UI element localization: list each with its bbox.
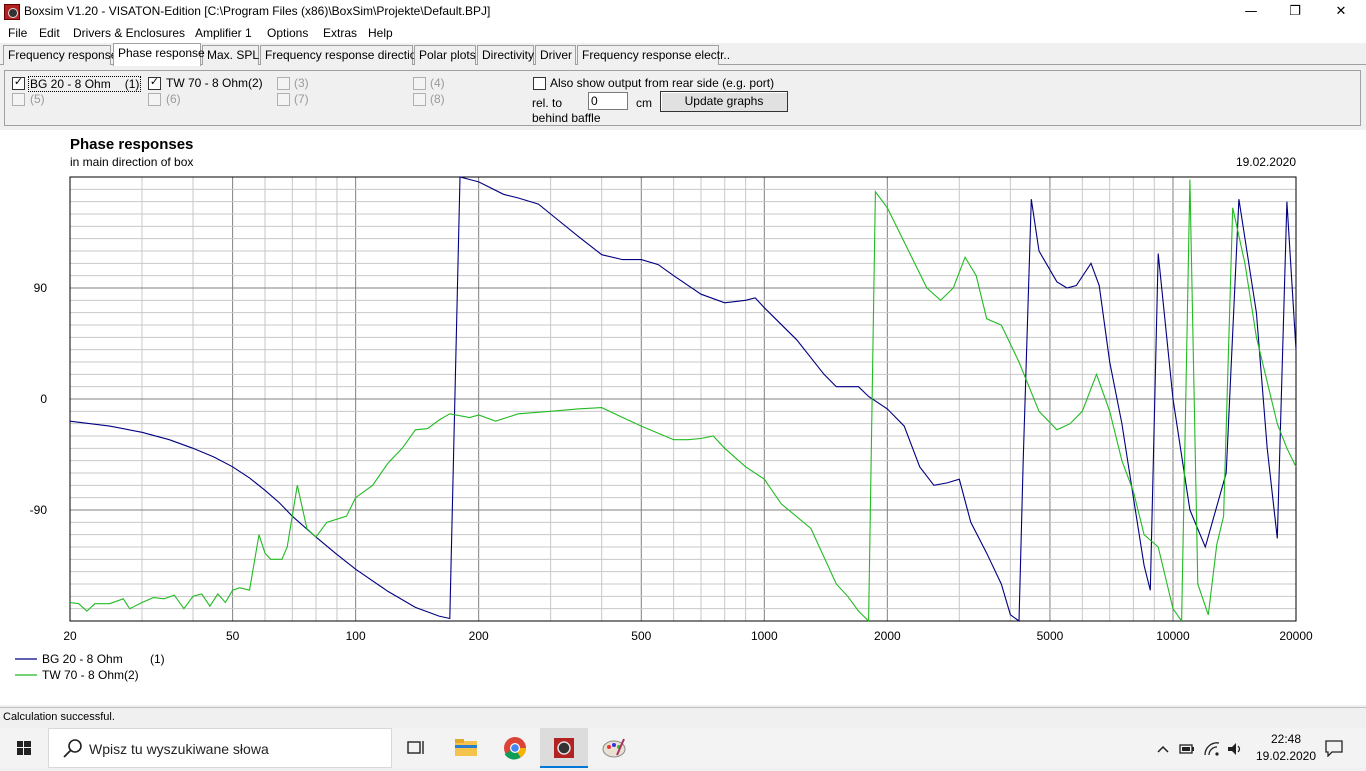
menu-help[interactable]: Help [368, 26, 393, 40]
rear-side-label: Also show output from rear side (e.g. po… [550, 76, 775, 90]
driver-4-checkbox[interactable] [413, 77, 426, 90]
y-tick-label: 90 [34, 281, 48, 295]
driver-7-checkbox[interactable] [277, 93, 290, 106]
chevron-up-icon[interactable] [1155, 741, 1171, 757]
x-tick-label: 20000 [1279, 629, 1313, 643]
minimize-button[interactable]: — [1228, 0, 1274, 23]
rel-to-label: rel. to [532, 96, 563, 110]
title-bar[interactable]: Boxsim V1.20 - VISATON-Edition [C:\Progr… [0, 0, 1366, 23]
unit-label: cm [636, 96, 652, 110]
x-tick-label: 100 [346, 629, 366, 643]
menu-amplifier[interactable]: Amplifier 1 [195, 26, 252, 40]
series-line-2 [69, 179, 1297, 623]
folder-icon [455, 739, 477, 756]
task-view-icon [407, 741, 424, 754]
x-tick-label: 1000 [751, 629, 778, 643]
wifi-icon[interactable] [1203, 741, 1221, 757]
chart-subtitle: in main direction of box [70, 155, 193, 169]
windows-taskbar: Wpisz tu wyszukiwane słowa 22:48 19.02.2… [0, 728, 1366, 768]
check-mark-icon: ✓ [149, 75, 160, 88]
tab-polar-plots[interactable]: Polar plots [414, 45, 476, 65]
menu-bar: File Edit Drivers & Enclosures Amplifier… [0, 23, 1366, 43]
taskbar-paint[interactable] [590, 728, 638, 768]
check-mark-icon: ✓ [13, 75, 24, 88]
legend-label-2: TW 70 - 8 Ohm(2) [42, 668, 139, 682]
axis-tick-labels: 20 50 100 200 500 1000 2000 5000 10000 20000 90 0 -9… [30, 281, 1313, 643]
driver-1-label: BG 20 - 8 Ohm (1) [28, 76, 142, 92]
boxsim-icon [554, 738, 574, 758]
phase-response-graph-area: Phase responses in main direction of box… [0, 130, 1366, 705]
driver-2-label: TW 70 - 8 Ohm(2) [166, 76, 263, 90]
driver-3-label: (3) [294, 76, 309, 90]
chrome-icon [504, 737, 526, 760]
maximize-button[interactable]: ❐ [1272, 0, 1318, 23]
driver-3-checkbox[interactable] [277, 77, 290, 90]
x-tick-label: 10000 [1156, 629, 1190, 643]
driver-6-label: (6) [166, 92, 181, 106]
notifications-icon[interactable] [1324, 739, 1344, 757]
status-bar: Calculation successful. [0, 707, 1366, 728]
taskbar-search-box[interactable]: Wpisz tu wyszukiwane słowa [48, 728, 392, 768]
x-tick-label: 20 [63, 629, 77, 643]
distance-input[interactable]: 0 [588, 92, 628, 110]
chart-grid [70, 177, 1296, 621]
legend-index-1: (1) [150, 652, 165, 666]
x-tick-label: 500 [631, 629, 651, 643]
y-tick-label: -90 [30, 503, 48, 517]
menu-drivers-enclosures[interactable]: Drivers & Enclosures [73, 26, 185, 40]
start-button[interactable] [0, 728, 48, 768]
menu-options[interactable]: Options [267, 26, 308, 40]
x-tick-label: 200 [469, 629, 489, 643]
boxsim-window: Boxsim V1.20 - VISATON-Edition [C:\Progr… [0, 0, 1366, 728]
tab-max-spl[interactable]: Max. SPL [202, 45, 259, 65]
window-title: Boxsim V1.20 - VISATON-Edition [C:\Progr… [24, 4, 491, 18]
driver-5-label: (5) [30, 92, 45, 106]
tab-phase-response[interactable]: Phase response [113, 43, 205, 66]
search-placeholder: Wpisz tu wyszukiwane słowa [89, 741, 269, 757]
menu-extras[interactable]: Extras [323, 26, 357, 40]
driver-6-checkbox[interactable] [148, 93, 161, 106]
tab-frequency-response-directions[interactable]: Frequency response directions [260, 45, 429, 65]
search-icon [63, 739, 82, 758]
rear-side-checkbox[interactable] [533, 77, 546, 90]
windows-logo-icon [17, 741, 31, 755]
driver-8-label: (8) [430, 92, 445, 106]
tab-driver[interactable]: Driver [535, 45, 576, 65]
legend: BG 20 - 8 Ohm (1) TW 70 - 8 Ohm(2) [15, 652, 165, 682]
update-graphs-button[interactable]: Update graphs [660, 91, 788, 112]
close-button[interactable]: ✕ [1318, 0, 1364, 23]
legend-label-1: BG 20 - 8 Ohm [42, 652, 123, 666]
driver-5-checkbox[interactable] [12, 93, 25, 106]
task-view-button[interactable] [392, 728, 440, 768]
tab-directivity[interactable]: Directivity [477, 45, 534, 65]
boxsim-app-icon[interactable] [4, 4, 20, 20]
taskbar-boxsim[interactable] [540, 728, 588, 768]
chart-title: Phase responses [70, 136, 193, 153]
driver-8-checkbox[interactable] [413, 93, 426, 106]
menu-edit[interactable]: Edit [39, 26, 60, 40]
driver-4-label: (4) [430, 76, 445, 90]
status-text: Calculation successful. [3, 711, 115, 723]
taskbar-file-explorer[interactable] [442, 728, 490, 768]
y-tick-label: 0 [40, 392, 47, 406]
speaker-volume-icon[interactable] [1226, 741, 1244, 757]
battery-icon[interactable] [1178, 741, 1196, 757]
x-tick-label: 50 [226, 629, 240, 643]
behind-baffle-label: behind baffle [532, 111, 601, 125]
chart-date: 19.02.2020 [1236, 155, 1296, 169]
driver-7-label: (7) [294, 92, 309, 106]
driver-2-checkbox[interactable]: ✓ [148, 75, 161, 90]
x-tick-label: 2000 [874, 629, 901, 643]
tab-frequency-response[interactable]: Frequency response. [3, 45, 121, 65]
menu-file[interactable]: File [8, 26, 27, 40]
phase-response-chart: Phase responses in main direction of box… [15, 136, 1313, 682]
driver-1-checkbox[interactable]: ✓ [12, 75, 25, 90]
x-tick-label: 5000 [1037, 629, 1064, 643]
clock-time[interactable]: 22:48 [1258, 732, 1314, 746]
tab-frequency-response-electrical[interactable]: Frequency response electr.. [577, 45, 730, 65]
paint-palette-icon [602, 738, 626, 758]
tab-strip: Frequency response. Phase response Max. … [0, 43, 1366, 66]
taskbar-chrome[interactable] [491, 728, 539, 768]
clock-date[interactable]: 19.02.2020 [1250, 749, 1322, 763]
